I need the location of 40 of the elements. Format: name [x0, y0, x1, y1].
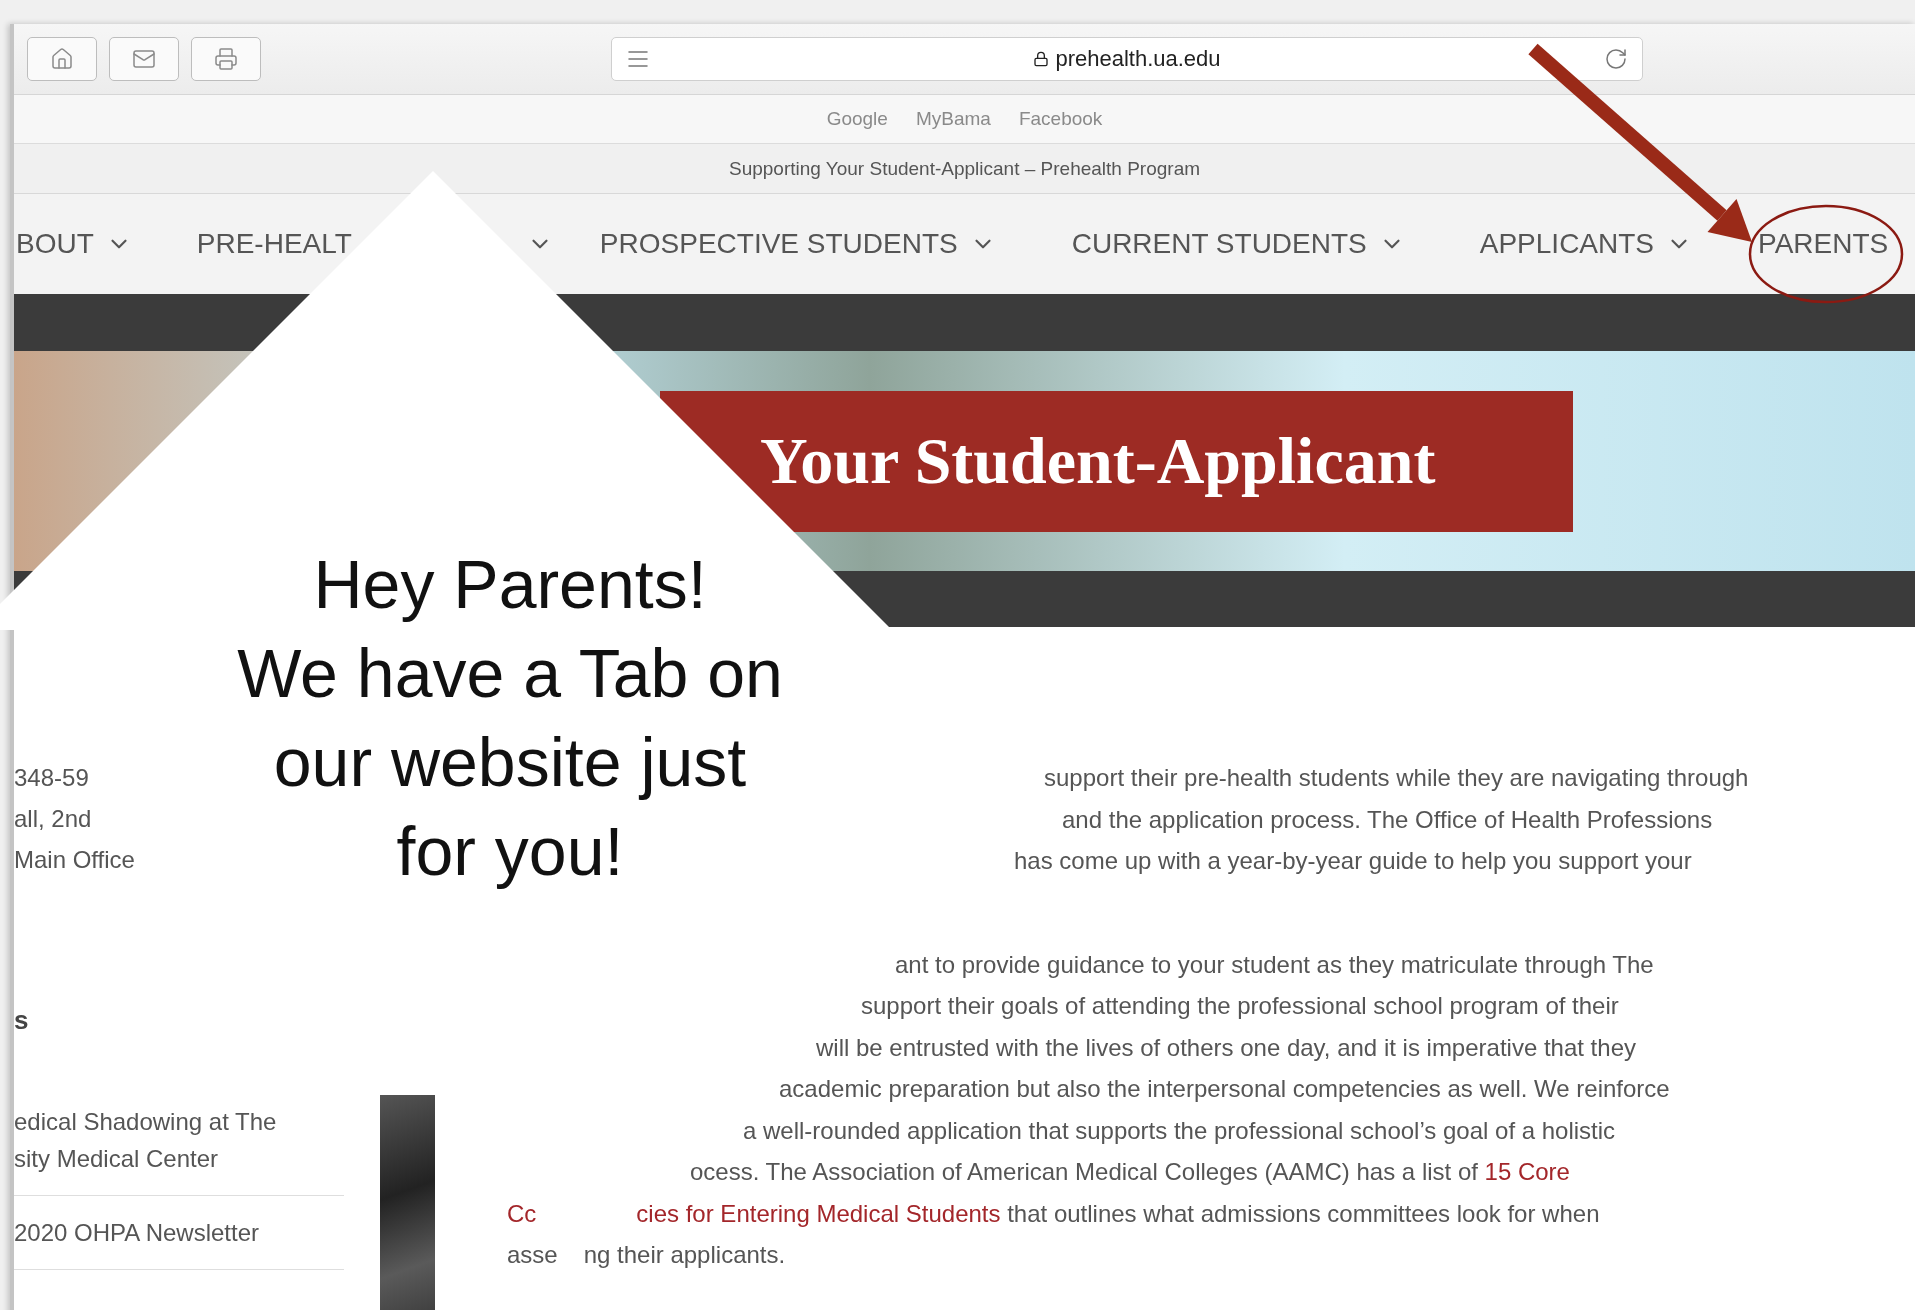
body-text: support their goals of attending the professional school program of their [861, 991, 1619, 1021]
envelope-icon [132, 47, 156, 71]
nav-menu-item[interactable]: BOUT [16, 228, 132, 260]
sidebar-link[interactable]: 2020 OHPA Newsletter [14, 1196, 344, 1270]
nav-menu-item[interactable]: APPLICANTS [1479, 228, 1693, 260]
nav-menu-item[interactable]: PRE-HEALT [196, 228, 352, 260]
contact-text: 348-59 [14, 763, 89, 793]
text-link[interactable]: 15 Core [1484, 1158, 1570, 1185]
address-text: prehealth.ua.edu [1055, 46, 1221, 72]
body-text: ant to provide guidance to your student as they matriculate through The [895, 949, 1654, 980]
banner-title: Your Student-Applicant [760, 423, 1436, 499]
contact-text: Main Office [14, 845, 135, 875]
body-text: and the application process. The Office of Health Professions [1062, 804, 1713, 835]
sidebar-link[interactable]: edical Shadowing at The sity Medical Center [14, 1085, 344, 1196]
body-text: has come up with a year-by-year guide to help you support your [1014, 846, 1692, 876]
address-field[interactable]: prehealth.ua.edu [611, 37, 1643, 81]
printer-icon [214, 47, 238, 71]
nav-menu-item[interactable]: PROSPECTIVE STUDENTS [599, 228, 996, 260]
contact-text: all, 2nd [14, 804, 92, 834]
text-link[interactable]: Cc [507, 1192, 537, 1234]
body-text: will be entrusted with the lives of others one day, and it is imperative that they [816, 1032, 1636, 1063]
nav-menu-item[interactable]: PARENTS [1758, 228, 1889, 260]
sidebar-heading: s [14, 1004, 30, 1037]
lock-icon [1033, 51, 1050, 67]
body-text: asse [507, 1240, 558, 1270]
body-text: cies for Entering Medical Students that outlines what admissions committees look for when [636, 1198, 1600, 1229]
body-text: academic preparation but also the interpersonal competencies as well. We reinforce [779, 1074, 1670, 1104]
print-button[interactable] [191, 37, 261, 81]
nav-menu-item[interactable]: CURRENT STUDENTS [1071, 228, 1405, 260]
callout-text: Hey Parents! We have a Tab on our website just for you! [236, 545, 784, 891]
home-button[interactable] [27, 37, 97, 81]
body-text: support their pre-health students while they are navigating through [1044, 763, 1749, 793]
mail-button[interactable] [109, 37, 179, 81]
body-text: ng their applicants. [583, 1240, 786, 1270]
body-text: ocess. The Association of American Medical Colleges (AAMC) has a list of 15 Core [690, 1157, 1570, 1187]
page-tab-title: Supporting Your Student-Applicant – Prehealth Program [728, 157, 1201, 180]
body-text: a well-rounded application that supports the professional school’s goal of a holistic [743, 1115, 1616, 1146]
reload-icon [1604, 47, 1628, 71]
text-link[interactable]: cies for Entering Medical Students [636, 1199, 1001, 1227]
home-icon [50, 47, 74, 71]
